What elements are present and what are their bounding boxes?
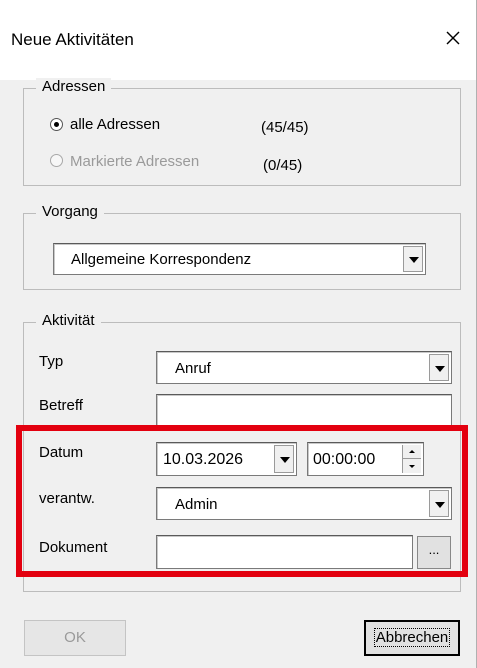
process-dropdown-value: Allgemeine Korrespondenz — [71, 251, 252, 268]
process-legend: Vorgang — [36, 203, 104, 220]
dialog-title: Neue Aktivitäten — [11, 30, 134, 49]
all-addresses-label[interactable]: alle Adressen — [70, 116, 160, 133]
type-dropdown[interactable]: Anruf — [156, 351, 452, 384]
chevron-down-icon[interactable] — [403, 246, 423, 272]
activity-legend: Aktivität — [36, 312, 101, 329]
radio-all-addresses[interactable] — [50, 118, 63, 131]
all-addresses-count: (45/45) — [261, 119, 309, 136]
type-label: Typ — [39, 353, 64, 370]
process-dropdown[interactable]: Allgemeine Korrespondenz — [53, 243, 426, 275]
chevron-down-icon[interactable] — [429, 354, 449, 381]
highlight-frame — [16, 425, 468, 577]
marked-addresses-label: Markierte Adressen — [70, 153, 200, 170]
subject-input[interactable] — [156, 394, 452, 428]
radio-marked-addresses — [50, 154, 63, 167]
cancel-button-label: Abbrechen — [373, 628, 451, 647]
ok-button: OK — [24, 620, 126, 656]
title-bar: Neue Aktivitäten — [0, 0, 476, 80]
addresses-group: Adressen — [23, 78, 461, 186]
subject-label: Betreff — [39, 397, 83, 414]
dialog-window: Neue Aktivitäten Adressen alle Adressen … — [0, 0, 477, 668]
marked-addresses-count: (0/45) — [263, 157, 303, 174]
close-icon[interactable] — [441, 26, 465, 50]
cancel-button[interactable]: Abbrechen — [364, 620, 460, 656]
ok-button-label: OK — [64, 629, 86, 646]
type-dropdown-value: Anruf — [175, 360, 211, 377]
addresses-legend: Adressen — [36, 78, 112, 95]
